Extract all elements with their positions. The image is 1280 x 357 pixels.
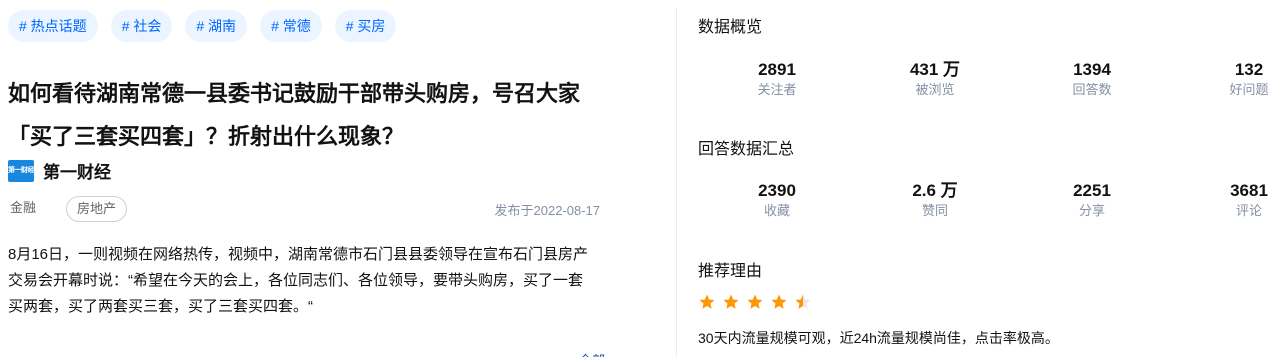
topic-tag[interactable]: # 社会 (110, 10, 173, 42)
stat-label: 关注者 (757, 82, 797, 97)
stat-value: 2.6 万 (912, 181, 958, 200)
category-tag[interactable]: 金融 (8, 196, 38, 222)
stat-label: 回答数 (1072, 82, 1112, 97)
answers-summary-title: 回答数据汇总 (698, 141, 795, 158)
answers-stats: 2390 收藏 2.6 万 赞同 2251 分享 3681 评论 (698, 180, 1280, 224)
excerpt-line: 8月16日，一则视频在网络热传，视频中，湖南常德市石门县县委领导在宣布石门县房产 (8, 246, 589, 263)
stat-value: 2390 (758, 181, 796, 200)
star-icon (795, 294, 811, 309)
column-divider (676, 8, 677, 357)
star-icon (699, 294, 715, 309)
source-info: 第一财经 第一财经 (8, 158, 111, 183)
article-excerpt: 8月16日，一则视频在网络热传，视频中，湖南常德市石门县县委领导在宣布石门县房产… (8, 242, 642, 320)
stat-comments: 3681 评论 (1194, 180, 1280, 220)
source-name[interactable]: 第一财经 (43, 158, 111, 183)
stat-answers: 1394 回答数 (1037, 59, 1147, 99)
topic-tag[interactable]: # 买房 (334, 10, 397, 42)
stat-value: 431 万 (909, 60, 961, 79)
question-title-line: 如何看待湖南常德一县委书记鼓励干部带头购房，号召大家 (8, 81, 581, 106)
topic-tag[interactable]: # 湖南 (185, 10, 248, 42)
topic-tag[interactable]: # 热点话题 (8, 10, 98, 42)
stat-value: 1394 (1073, 60, 1111, 79)
publish-date: 发布于2022-08-17 (494, 203, 601, 218)
star-icon (771, 294, 787, 309)
stat-label: 分享 (1078, 203, 1105, 218)
overview-title: 数据概览 (698, 19, 763, 36)
read-more-link[interactable]: 全部 (579, 350, 605, 357)
stat-views: 431 万 被浏览 (880, 59, 990, 99)
stat-collections: 2390 收藏 (722, 180, 832, 220)
overview-stats: 2891 关注者 431 万 被浏览 1394 回答数 132 好问题 (698, 59, 1280, 103)
stat-label: 赞同 (921, 203, 948, 218)
stat-shares: 2251 分享 (1037, 180, 1147, 220)
question-panel: # 热点话题 # 社会 # 湖南 # 常德 # 买房 如何看待湖南常德一县委书记… (0, 0, 676, 357)
stat-label: 评论 (1235, 203, 1262, 218)
star-icon (747, 294, 763, 309)
question-title[interactable]: 如何看待湖南常德一县委书记鼓励干部带头购房，号召大家 「买了三套买四套」？折射出… (8, 72, 648, 158)
star-icon (723, 294, 739, 309)
stat-value: 2251 (1073, 181, 1111, 200)
excerpt-line: 交易会开幕时说：“希望在今天的会上，各位同志们、各位领导，要带头购房，买了一套 (8, 272, 583, 289)
stat-label: 好问题 (1229, 82, 1269, 97)
excerpt-line: 买两套，买了两套买三套，买了三套买四套。“ (8, 298, 313, 315)
stat-label: 收藏 (763, 203, 790, 218)
stat-value: 3681 (1230, 181, 1268, 200)
recommend-title: 推荐理由 (698, 263, 763, 280)
rating-stars (698, 293, 812, 311)
stat-followers: 2891 关注者 (722, 59, 832, 99)
stat-value: 132 (1234, 60, 1264, 79)
article-meta: 金融 房地产 发布于2022-08-17 (8, 196, 608, 222)
stat-good-question: 132 好问题 (1194, 59, 1280, 99)
data-panel: 数据概览 2891 关注者 431 万 被浏览 1394 回答数 132 好问题… (698, 0, 1280, 357)
source-logo: 第一财经 (8, 159, 35, 182)
topic-tags: # 热点话题 # 社会 # 湖南 # 常德 # 买房 (8, 10, 397, 42)
category-tag[interactable]: 房地产 (66, 196, 128, 222)
question-title-line: 「买了三套买四套」？折射出什么现象？ (8, 124, 405, 149)
recommend-reason: 30天内流量规模可观，近24h流量规模尚佳，点击率极高。 (698, 330, 1059, 346)
stat-upvotes: 2.6 万 赞同 (880, 180, 990, 220)
stat-value: 2891 (758, 60, 796, 79)
topic-tag[interactable]: # 常德 (260, 10, 322, 42)
stat-label: 被浏览 (915, 82, 955, 97)
